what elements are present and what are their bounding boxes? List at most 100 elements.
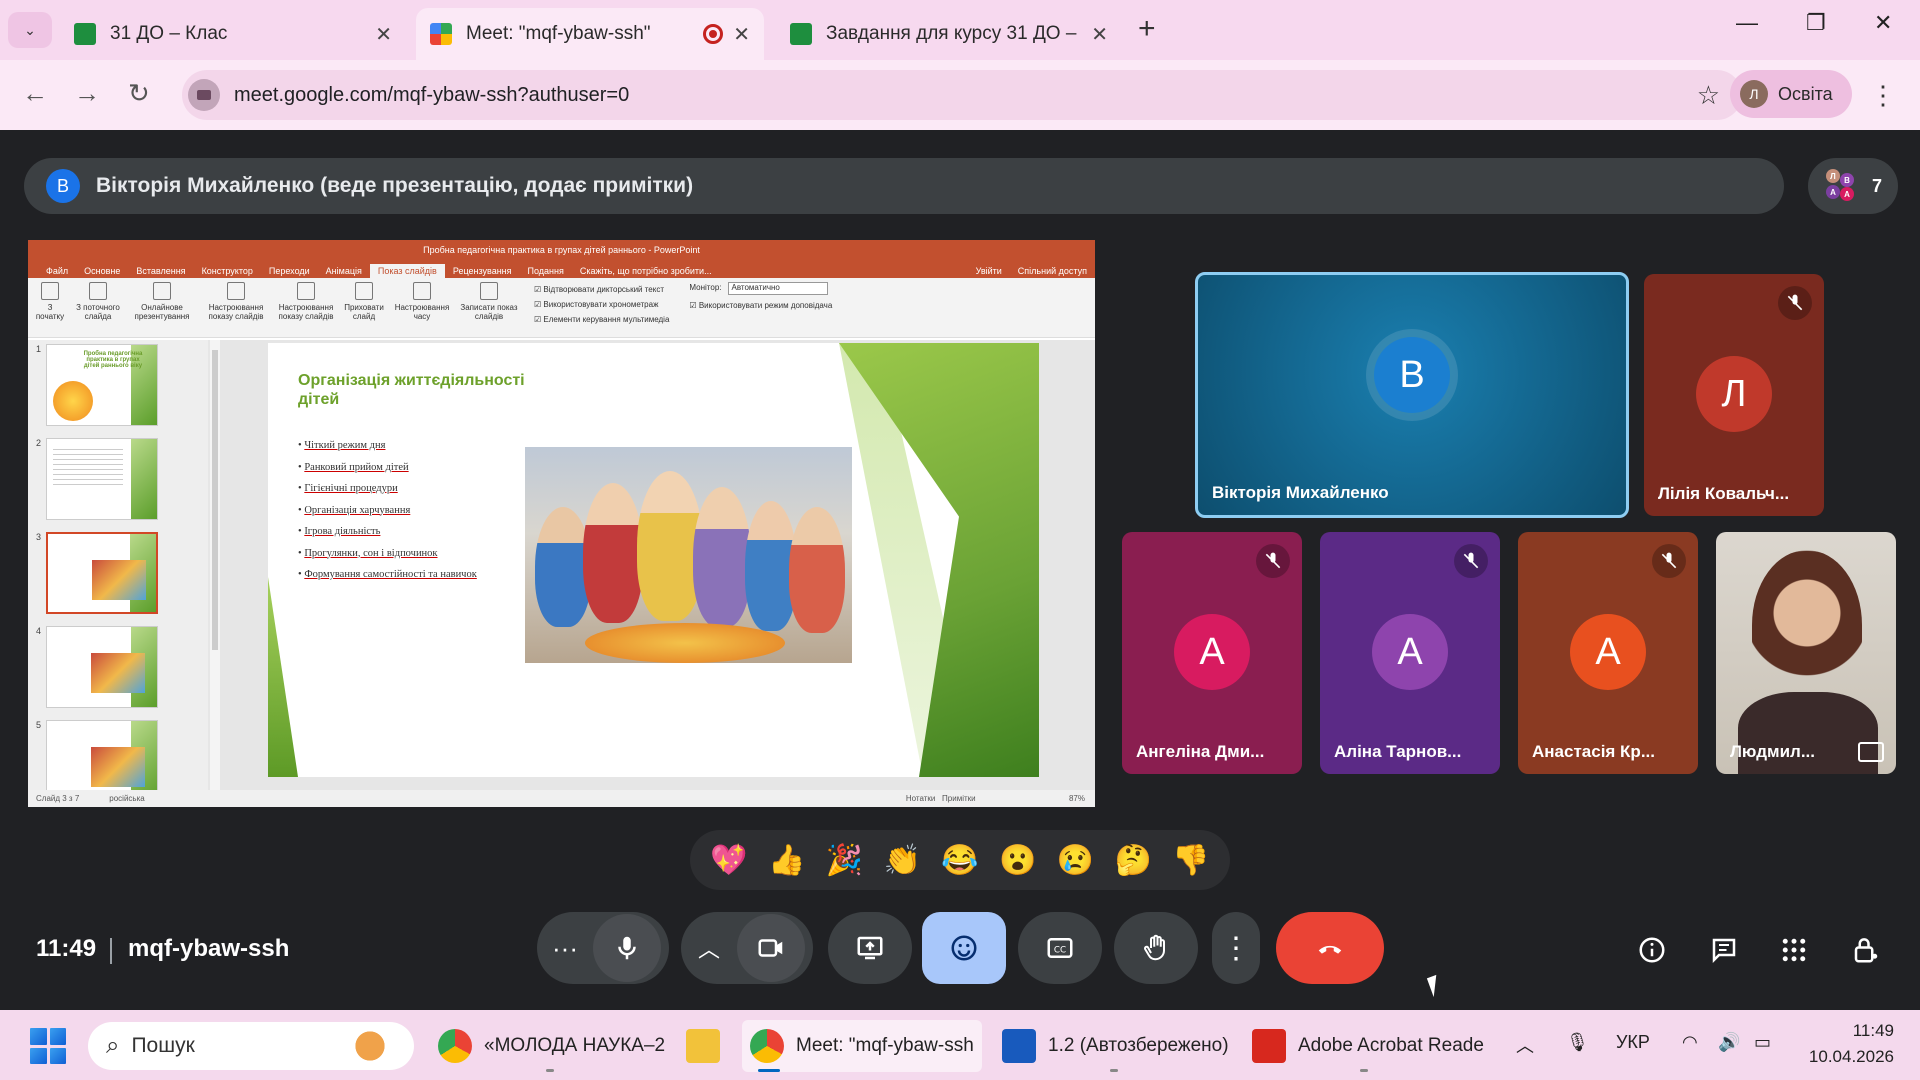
participants-button[interactable]: Л В А А 7 [1808, 158, 1898, 214]
ppt-menu-item[interactable]: Переходи [261, 264, 318, 278]
present-screen-button[interactable] [828, 912, 912, 984]
taskbar-app-word[interactable]: 1.2 (Автозбережено) [994, 1020, 1234, 1072]
reaction-laugh[interactable]: 😂 [938, 843, 982, 878]
ppt-menu-item[interactable]: Рецензування [445, 264, 520, 278]
reload-button[interactable]: ↻ [128, 78, 150, 109]
microphone-button[interactable] [593, 914, 661, 982]
slide-thumbnail[interactable] [46, 626, 158, 708]
wifi-icon[interactable]: ◠ [1682, 1032, 1698, 1053]
participant-tile-video[interactable]: Людмил... [1716, 532, 1896, 774]
reaction-clap[interactable]: 👏 [880, 843, 924, 878]
audio-settings-icon[interactable]: ··· [537, 933, 593, 964]
slide-thumbnail[interactable]: Пробна педагогічна практика в групах діт… [46, 344, 158, 426]
battery-icon[interactable]: ▭ [1754, 1032, 1771, 1053]
chat-button[interactable] [1704, 930, 1744, 970]
ppt-tell-me[interactable]: Скажіть, що потрібно зробити... [572, 264, 720, 278]
profile-button[interactable]: Л Освіта [1730, 70, 1852, 118]
site-info-icon[interactable] [188, 79, 220, 111]
ppt-notes-button[interactable]: Нотатки [906, 794, 936, 803]
slide-thumbnail-selected[interactable] [46, 532, 158, 614]
taskbar-app-acrobat[interactable]: Adobe Acrobat Reade [1244, 1020, 1484, 1072]
ppt-ribbon-button[interactable]: З початку [34, 282, 66, 321]
video-settings-icon[interactable]: ︿ [681, 932, 737, 964]
ppt-ribbon-button[interactable]: Настроювання часу [394, 282, 450, 321]
pip-icon[interactable] [1858, 742, 1884, 762]
ppt-check[interactable]: ☑ Відтворювати дикторський текст [534, 282, 669, 297]
minimize-button[interactable]: — [1736, 10, 1758, 36]
hidden-icons-chevron[interactable]: ︿ [1516, 1032, 1534, 1058]
ppt-ribbon-button[interactable]: Онлайнове презентування [130, 282, 194, 321]
reaction-thinking[interactable]: 🤔 [1111, 843, 1155, 878]
raise-hand-button[interactable] [1114, 912, 1198, 984]
reaction-heart[interactable]: 💖 [707, 843, 751, 878]
close-window-button[interactable]: ✕ [1874, 10, 1892, 36]
host-controls-button[interactable] [1846, 930, 1886, 970]
ppt-ribbon-button[interactable]: Приховати слайд [344, 282, 384, 321]
ppt-menu-item[interactable]: Конструктор [194, 264, 261, 278]
taskbar-app-chrome-meet[interactable]: Meet: "mqf-ybaw-ssh [742, 1020, 982, 1072]
start-button[interactable] [30, 1028, 66, 1064]
restore-button[interactable]: ❐ [1806, 10, 1826, 36]
ppt-ribbon-button[interactable]: Записати показ слайдів [460, 282, 518, 321]
reaction-surprised[interactable]: 😮 [996, 843, 1040, 878]
participant-tile[interactable]: А Анастасія Кр... [1518, 532, 1698, 774]
taskbar-app-explorer[interactable] [678, 1020, 734, 1072]
bookmark-star-icon[interactable]: ☆ [1697, 80, 1720, 111]
ppt-menu-item[interactable]: Файл [38, 264, 76, 278]
taskbar-search[interactable]: ⌕ Пошук [88, 1022, 414, 1070]
reaction-thumbs-down[interactable]: 👎 [1169, 843, 1213, 878]
close-tab-icon[interactable]: ✕ [375, 22, 392, 47]
language-indicator[interactable]: УКР [1616, 1032, 1650, 1053]
system-clock[interactable]: 11:49 10.04.2026 [1809, 1018, 1894, 1070]
forward-button[interactable]: → [74, 78, 100, 109]
tab-classroom[interactable]: 31 ДО – Клас ✕ [60, 8, 406, 60]
tab-search-button[interactable]: ⌄ [8, 12, 52, 48]
ppt-check[interactable]: ☑ Елементи керування мультимедіа [534, 312, 669, 327]
more-options-button[interactable]: ⋮ [1212, 912, 1260, 984]
close-tab-icon[interactable]: ✕ [1091, 22, 1108, 47]
leave-call-button[interactable] [1276, 912, 1384, 984]
participant-tile-speaking[interactable]: В Вікторія Михайленко [1195, 272, 1629, 518]
volume-icon[interactable]: 🔊 [1718, 1032, 1740, 1053]
ppt-zoom[interactable]: 87% [1069, 794, 1085, 803]
browser-menu-icon[interactable]: ⋮ [1870, 80, 1896, 111]
ppt-menu-item[interactable]: Вставлення [128, 264, 193, 278]
ppt-monitor-select[interactable]: Автоматично [727, 282, 828, 295]
new-tab-button[interactable]: + [1138, 12, 1156, 46]
info-icon [1639, 937, 1665, 963]
thumbnails-scrollbar[interactable] [210, 340, 220, 790]
reaction-sad[interactable]: 😢 [1053, 843, 1097, 878]
reactions-button[interactable] [922, 912, 1006, 984]
ppt-ribbon-button[interactable]: З поточного слайда [76, 282, 120, 321]
slide-thumbnail[interactable] [46, 438, 158, 520]
ppt-ribbon-button[interactable]: Настроювання показу слайдів [278, 282, 334, 321]
ppt-signin[interactable]: Увійти [968, 264, 1010, 278]
participant-tile[interactable]: А Аліна Тарнов... [1320, 532, 1500, 774]
captions-button[interactable]: CC [1018, 912, 1102, 984]
close-tab-icon[interactable]: ✕ [733, 22, 750, 47]
ppt-ribbon-button[interactable]: Настроювання показу слайдів [204, 282, 268, 321]
ppt-check[interactable]: ☑ Використовувати режим доповідача [689, 301, 832, 310]
back-button[interactable]: ← [22, 78, 48, 109]
reaction-party[interactable]: 🎉 [822, 843, 866, 878]
ppt-menu-item[interactable]: Показ слайдів [369, 264, 445, 278]
activities-button[interactable] [1774, 930, 1814, 970]
meeting-info-button[interactable] [1632, 930, 1672, 970]
taskbar-app-chrome-1[interactable]: «МОЛОДА НАУКА–2 [430, 1020, 670, 1072]
tab-meet[interactable]: Meet: "mqf-ybaw-ssh" ✕ [416, 8, 764, 60]
microphone-tray-icon[interactable]: 🎙 [1566, 1032, 1589, 1053]
participant-tile[interactable]: А Ангеліна Дми... [1122, 532, 1302, 774]
ppt-share[interactable]: Спільний доступ [1010, 264, 1095, 278]
ppt-menu-item[interactable]: Основне [76, 264, 128, 278]
ppt-check[interactable]: ☑ Використовувати хронометраж [534, 297, 669, 312]
reaction-thumbs-up[interactable]: 👍 [765, 843, 809, 878]
url-text[interactable]: meet.google.com/mqf-ybaw-ssh?authuser=0 [234, 84, 629, 107]
address-bar[interactable]: meet.google.com/mqf-ybaw-ssh?authuser=0 … [182, 70, 1742, 120]
camera-button[interactable] [737, 914, 805, 982]
hand-icon [1144, 934, 1165, 961]
participant-tile[interactable]: Л Лілія Ковальч... [1644, 274, 1824, 516]
ppt-menu-item[interactable]: Анімація [318, 264, 370, 278]
ppt-menu-item[interactable]: Подання [520, 264, 572, 278]
ppt-comments-button[interactable]: Примітки [942, 794, 976, 803]
tab-assignments[interactable]: Завдання для курсу 31 ДО – К ✕ [776, 8, 1122, 60]
